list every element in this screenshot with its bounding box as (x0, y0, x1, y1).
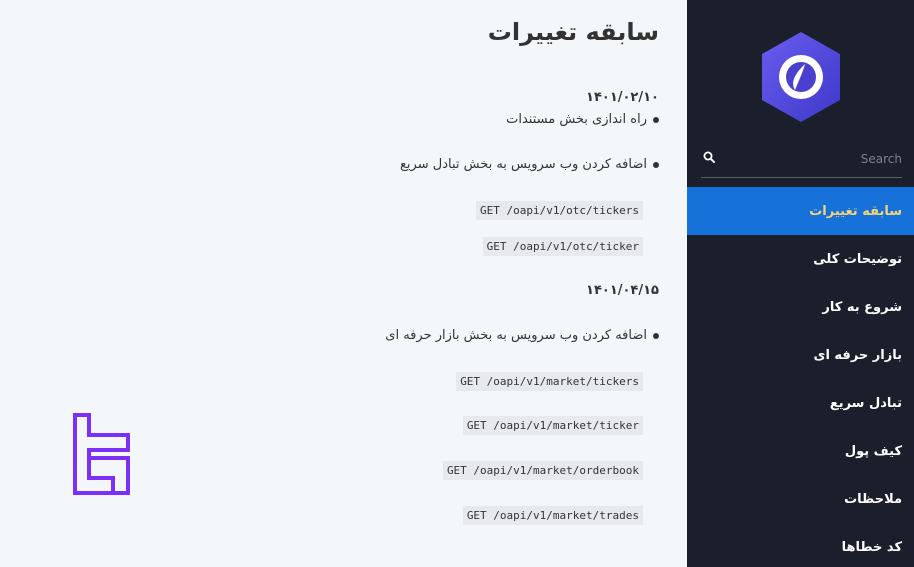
sidebar-item-pro-market[interactable]: بازار حرفه ای (687, 331, 914, 379)
sidebar-item-getting-started[interactable]: شروع به کار (687, 283, 914, 331)
bullet-icon (653, 332, 659, 339)
search-box (701, 140, 902, 178)
endpoint-code: GET /oapi/v1/otc/tickers (476, 201, 643, 220)
changelog-date: ۱۴۰۱/۰۲/۱۰ (586, 90, 659, 105)
page-title: سابقه تغییرات (487, 18, 659, 46)
brand-logo-icon (73, 413, 130, 495)
bullet-icon (653, 116, 659, 123)
sidebar-item-overview[interactable]: توضیحات کلی (687, 235, 914, 283)
sidebar-item-wallet[interactable]: کیف پول (687, 427, 914, 475)
sidebar-item-quick-exchange[interactable]: تبادل سریع (687, 379, 914, 427)
app-logo-icon[interactable] (759, 30, 843, 124)
sidebar-nav: سابقه تغییرات توضیحات کلی شروع به کار با… (687, 187, 914, 567)
list-item: راه اندازی بخش مستندات (506, 112, 659, 127)
endpoint-code: GET /oapi/v1/market/orderbook (442, 461, 643, 480)
list-item: اضافه کردن وب سرویس به بخش بازار حرفه ای (385, 328, 659, 343)
changelog-date: ۱۴۰۱/۰۴/۱۵ (586, 283, 659, 298)
endpoint-code: GET /oapi/v1/market/tickers (456, 372, 643, 391)
endpoint-code: GET /oapi/v1/market/trades (462, 506, 643, 525)
sidebar-item-error-codes[interactable]: کد خطاها (687, 523, 914, 567)
endpoint-code: GET /oapi/v1/market/ticker (462, 416, 643, 435)
search-input[interactable] (723, 148, 902, 170)
search-icon[interactable] (703, 151, 715, 163)
sidebar-item-changelog[interactable]: سابقه تغییرات (687, 187, 914, 235)
bullet-icon (653, 161, 659, 168)
list-item: اضافه کردن وب سرویس به بخش تبادل سریع (400, 157, 659, 172)
list-item-text: راه اندازی بخش مستندات (506, 112, 647, 127)
endpoint-code: GET /oapi/v1/otc/ticker (482, 237, 643, 256)
list-item-text: اضافه کردن وب سرویس به بخش بازار حرفه ای (385, 328, 647, 343)
sidebar: سابقه تغییرات توضیحات کلی شروع به کار با… (687, 0, 914, 567)
list-item-text: اضافه کردن وب سرویس به بخش تبادل سریع (400, 157, 647, 172)
sidebar-item-notes[interactable]: ملاحظات (687, 475, 914, 523)
